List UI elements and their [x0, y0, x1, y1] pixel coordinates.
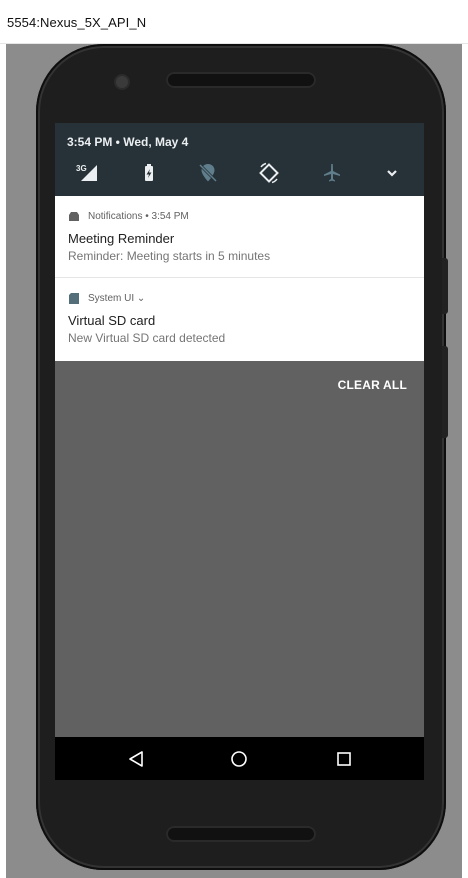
network-type-label: 3G: [76, 164, 87, 173]
power-button[interactable]: [442, 258, 448, 314]
home-icon[interactable]: [229, 749, 249, 769]
notification-shade-header: 3:54 PM • Wed, May 4 3G: [55, 123, 424, 196]
airplane-mode-icon[interactable]: [320, 161, 344, 185]
notification-header: System UI ⌄: [68, 291, 145, 305]
phone-screen: 3:54 PM • Wed, May 4 3G Notifications • …: [55, 123, 424, 780]
window-title: 5554:Nexus_5X_API_N: [7, 15, 147, 30]
navigation-bar: [55, 737, 424, 780]
recents-icon[interactable]: [334, 749, 354, 769]
battery-charging-icon[interactable]: [137, 161, 161, 185]
notification-app-name: Notifications • 3:54 PM: [88, 210, 189, 222]
notification-text: New Virtual SD card detected: [68, 331, 226, 345]
notification-app-name[interactable]: System UI ⌄: [88, 293, 145, 304]
front-camera: [116, 76, 128, 88]
notification-virtual-sd-card[interactable]: System UI ⌄ Virtual SD card New Virtual …: [55, 277, 424, 361]
expand-chevron-icon[interactable]: [380, 161, 404, 185]
bottom-speaker: [166, 826, 316, 842]
clear-all-button[interactable]: CLEAR ALL: [338, 378, 407, 392]
back-icon[interactable]: [126, 749, 146, 769]
volume-button[interactable]: [442, 346, 448, 438]
notification-title: Virtual SD card: [68, 313, 156, 328]
emulator-title-bar: 5554:Nexus_5X_API_N: [0, 0, 468, 44]
auto-rotate-icon[interactable]: [257, 161, 281, 185]
status-datetime: 3:54 PM • Wed, May 4: [67, 135, 189, 149]
notification-text: Reminder: Meeting starts in 5 minutes: [68, 249, 271, 263]
location-off-icon[interactable]: [196, 161, 220, 185]
notification-title: Meeting Reminder: [68, 231, 175, 246]
signal-3g-icon[interactable]: 3G: [75, 161, 99, 185]
top-speaker: [166, 72, 316, 88]
notifications-app-icon: [69, 211, 79, 221]
sd-card-icon: [69, 292, 79, 304]
notification-meeting-reminder[interactable]: Notifications • 3:54 PM Meeting Reminder…: [55, 196, 424, 277]
notification-header: Notifications • 3:54 PM: [68, 209, 189, 223]
